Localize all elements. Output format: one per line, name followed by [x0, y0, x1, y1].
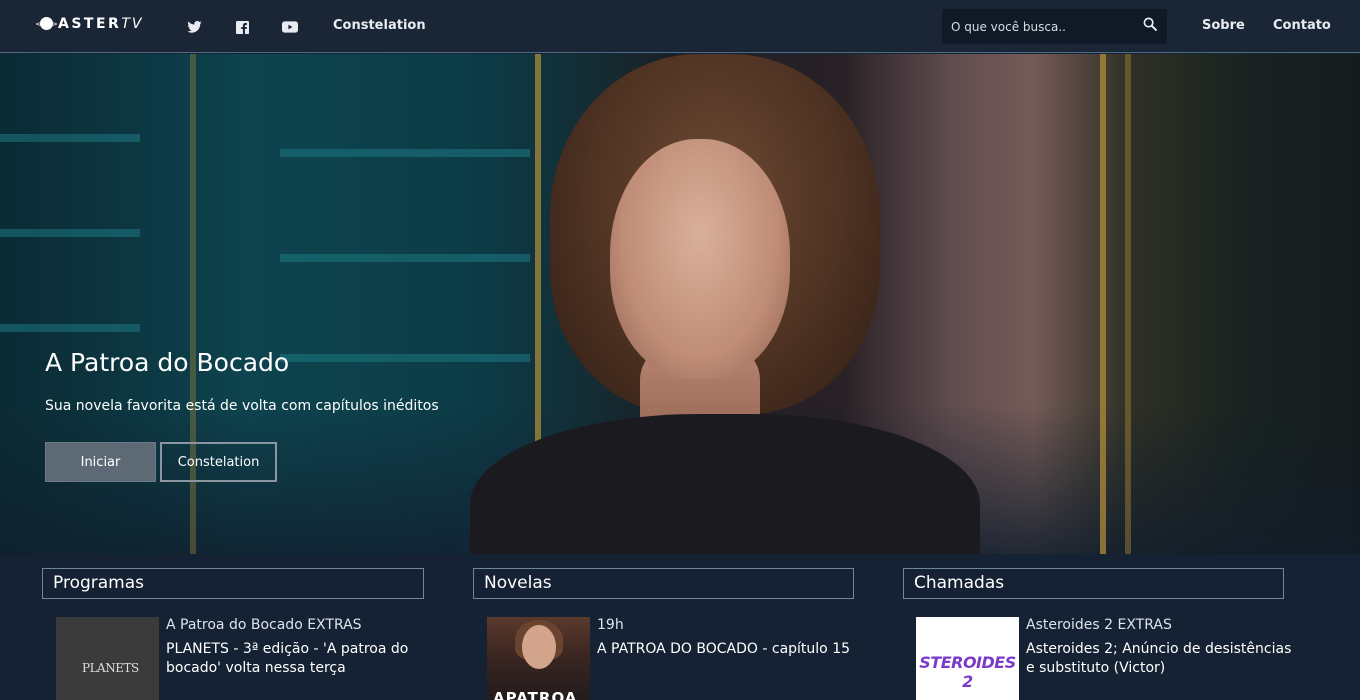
facebook-icon[interactable]: [234, 19, 250, 35]
nav-link-about[interactable]: Sobre: [1202, 18, 1245, 33]
search-icon[interactable]: [1143, 16, 1157, 35]
section-header-chamadas: Chamadas: [903, 568, 1284, 599]
card-title[interactable]: PLANETS - 3ª edição - 'A patroa do bocad…: [166, 640, 436, 678]
search-input[interactable]: [942, 9, 1142, 44]
start-button[interactable]: Iniciar: [45, 442, 156, 482]
hero-title: A Patroa do Bocado: [45, 348, 290, 377]
brand-logo[interactable]: ASTERTV: [36, 14, 143, 34]
search-box: [942, 9, 1167, 44]
navbar: ASTERTV Constelation Sobre Contato: [0, 0, 1360, 53]
card-thumbnail[interactable]: STEROIDES 2: [916, 617, 1019, 700]
nav-link-constelation[interactable]: Constelation: [333, 18, 426, 33]
section-header-novelas: Novelas: [473, 568, 854, 599]
planet-logo-icon: [36, 16, 57, 32]
chamada-card[interactable]: STEROIDES 2 Asteroides 2 EXTRAS Asteroid…: [916, 617, 1296, 700]
card-title[interactable]: A PATROA DO BOCADO - capítulo 15: [597, 640, 867, 659]
twitter-icon[interactable]: [186, 19, 202, 35]
section-header-programas: Programas: [42, 568, 424, 599]
card-category: 19h: [597, 617, 624, 633]
novela-card[interactable]: APATROA 19h A PATROA DO BOCADO - capítul…: [487, 617, 867, 700]
hero-banner: A Patroa do Bocado Sua novela favorita e…: [0, 54, 1360, 554]
nav-link-contact[interactable]: Contato: [1273, 18, 1331, 33]
brand-name: ASTERTV: [58, 16, 144, 32]
card-title[interactable]: Asteroides 2; Anúncio de desistências e …: [1026, 640, 1296, 678]
program-card[interactable]: PLANETS A Patroa do Bocado EXTRAS PLANET…: [56, 617, 436, 700]
hero-subtitle: Sua novela favorita está de volta com ca…: [45, 398, 439, 414]
youtube-icon[interactable]: [282, 19, 298, 35]
card-thumbnail[interactable]: APATROA: [487, 617, 590, 700]
card-category: A Patroa do Bocado EXTRAS: [166, 617, 362, 633]
constelation-button[interactable]: Constelation: [160, 442, 277, 482]
card-category: Asteroides 2 EXTRAS: [1026, 617, 1172, 633]
card-thumbnail[interactable]: PLANETS: [56, 617, 159, 700]
